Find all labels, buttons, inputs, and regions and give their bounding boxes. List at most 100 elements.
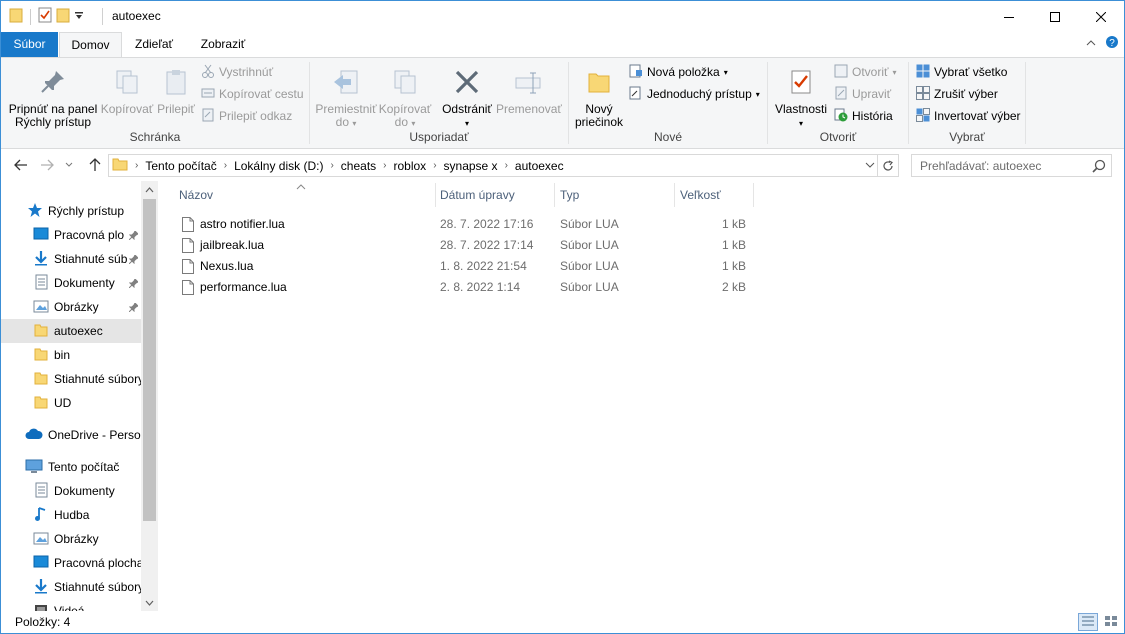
breadcrumb-item[interactable]: cheats (336, 159, 381, 173)
address-bar[interactable]: › Tento počítač › Lokálny disk (D:) › cheats ›… (108, 154, 878, 177)
scissors-icon (201, 64, 215, 81)
properties-button[interactable]: Vlastnosti ▾ (770, 68, 832, 130)
nav-item[interactable]: Pracovná plo (1, 223, 141, 247)
nav-item[interactable]: Pracovná plocha (1, 551, 141, 575)
nav-item[interactable]: Stiahnuté súbory (1, 575, 141, 599)
chevron-down-icon[interactable] (865, 158, 875, 175)
properties-icon[interactable] (38, 7, 52, 26)
nav-item-label: Stiahnuté súbory (54, 372, 141, 386)
edit-button[interactable]: Upraviť (834, 85, 891, 103)
nav-item-label: Dokumenty (54, 484, 115, 498)
move-to-label-1: Premiestniť (315, 102, 377, 116)
file-type: Súbor LUA (560, 259, 619, 273)
delete-button[interactable]: Odstrániť ▾ (438, 68, 496, 130)
breadcrumb-item[interactable]: Tento počítač (140, 159, 221, 173)
details-view-button[interactable] (1078, 613, 1098, 631)
copy-button[interactable]: Kopírovať (100, 68, 154, 116)
select-none-button[interactable]: Zrušiť výber (916, 85, 998, 103)
tab-view[interactable]: Zobraziť (188, 32, 258, 57)
nav-this-pc[interactable]: Tento počítač (1, 455, 141, 479)
paste-shortcut-button[interactable]: Prilepiť odkaz (201, 107, 292, 125)
nav-item[interactable]: Stiahnuté súb (1, 247, 141, 271)
breadcrumb-chevron-icon[interactable]: › (133, 160, 140, 171)
move-to-label-2: do (335, 115, 349, 129)
nav-item[interactable]: UD (1, 391, 141, 415)
nav-item[interactable]: Dokumenty (1, 271, 141, 295)
tab-file[interactable]: Súbor (1, 32, 58, 57)
breadcrumb-chevron-icon[interactable]: › (431, 160, 438, 171)
easy-access-button[interactable]: Jednoduchý prístup ▾ (629, 85, 760, 103)
new-folder-icon[interactable] (56, 7, 70, 26)
tab-home[interactable]: Domov (59, 32, 122, 58)
nav-item-label: Stiahnuté súb (54, 252, 128, 266)
column-type[interactable]: Typ (554, 181, 674, 209)
collapse-ribbon-icon[interactable] (1086, 37, 1096, 51)
forward-button[interactable] (36, 154, 58, 176)
breadcrumb-item[interactable]: roblox (389, 159, 432, 173)
breadcrumb-chevron-icon[interactable]: › (381, 160, 388, 171)
file-row[interactable]: performance.lua 2. 8. 2022 1:14 Súbor LUA 2… (174, 277, 754, 298)
back-button[interactable] (10, 154, 32, 176)
paste-button[interactable]: Prilepiť (155, 68, 197, 116)
copy-to-button[interactable]: Kopírovať do ▾ (376, 68, 434, 130)
new-folder-button[interactable]: Nový priečinok (571, 68, 627, 129)
up-button[interactable] (84, 154, 106, 176)
breadcrumb-item[interactable]: Lokálny disk (D:) (229, 159, 328, 173)
pin-label-1: Pripnúť na panel (8, 102, 98, 116)
nav-item[interactable]: autoexec (1, 319, 141, 343)
new-item-button[interactable]: Nová položka ▾ (629, 63, 728, 81)
breadcrumb-chevron-icon[interactable]: › (328, 160, 335, 171)
nav-scrollbar[interactable] (141, 181, 158, 611)
pin-quick-access-button[interactable]: Pripnúť na panel Rýchly prístup (6, 68, 100, 129)
cut-button[interactable]: Vystrihnúť (201, 63, 273, 81)
breadcrumb-chevron-icon[interactable]: › (222, 160, 229, 171)
search-placeholder: Prehľadávať: autoexec (920, 158, 1042, 173)
invert-selection-button[interactable]: Invertovať výber (916, 107, 1021, 125)
open-button[interactable]: Otvoriť ▾ (834, 63, 897, 81)
column-name[interactable]: Názov (173, 181, 435, 209)
new-folder-label-2: priečinok (574, 115, 624, 129)
easy-access-label: Jednoduchý prístup (647, 87, 752, 101)
nav-item[interactable]: Obrázky (1, 527, 141, 551)
maximize-button[interactable] (1032, 1, 1078, 32)
file-name: Nexus.lua (200, 259, 254, 273)
large-icons-view-button[interactable] (1101, 613, 1121, 631)
nav-item[interactable]: Videá (1, 599, 141, 611)
pin-icon (128, 229, 139, 243)
minimize-button[interactable] (986, 1, 1032, 32)
breadcrumb-chevron-icon[interactable]: › (503, 160, 510, 171)
breadcrumb-item[interactable]: synapse x (439, 159, 503, 173)
scroll-thumb[interactable] (143, 199, 156, 521)
refresh-button[interactable] (878, 154, 899, 177)
scroll-up-icon[interactable] (141, 181, 158, 198)
edit-label: Upraviť (852, 87, 892, 101)
select-all-button[interactable]: Vybrať všetko (916, 63, 1007, 81)
column-modified[interactable]: Dátum úpravy (434, 181, 554, 209)
file-row[interactable]: astro notifier.lua 28. 7. 2022 17:16 Súbor… (174, 214, 754, 235)
customize-dropdown-icon[interactable] (74, 10, 84, 24)
nav-item[interactable]: bin (1, 343, 141, 367)
nav-onedrive[interactable]: OneDrive - Persor (1, 423, 141, 447)
nav-item[interactable]: Stiahnuté súbory (1, 367, 141, 391)
group-title-open: Otvoriť (819, 130, 857, 144)
column-size[interactable]: Veľkosť (674, 181, 753, 209)
recent-locations-button[interactable] (62, 154, 76, 176)
file-row[interactable]: jailbreak.lua 28. 7. 2022 17:14 Súbor LUA 1… (174, 235, 754, 256)
nav-item[interactable]: Hudba (1, 503, 141, 527)
search-input[interactable]: Prehľadávať: autoexec (911, 154, 1112, 177)
nav-item[interactable]: Dokumenty (1, 479, 141, 503)
breadcrumb-item[interactable]: autoexec (510, 159, 569, 173)
nav-item[interactable]: Obrázky (1, 295, 141, 319)
nav-quick-access[interactable]: Rýchly prístup (1, 199, 141, 223)
new-folder-icon (571, 68, 627, 99)
scroll-down-icon[interactable] (141, 594, 158, 611)
history-button[interactable]: História (834, 107, 893, 125)
rename-button[interactable]: Premenovať (496, 68, 562, 116)
file-row[interactable]: Nexus.lua 1. 8. 2022 21:54 Súbor LUA 1 kB (174, 256, 754, 277)
help-icon[interactable]: ? (1105, 35, 1119, 52)
tab-share[interactable]: Zdieľať (122, 32, 186, 57)
close-button[interactable] (1078, 1, 1124, 32)
move-to-button[interactable]: Premiestniť do ▾ (313, 68, 379, 130)
copy-path-button[interactable]: Kopírovať cestu (201, 85, 304, 103)
explorer-window: autoexec Súbor Domov Zdieľať Zobraziť ? (0, 0, 1125, 634)
